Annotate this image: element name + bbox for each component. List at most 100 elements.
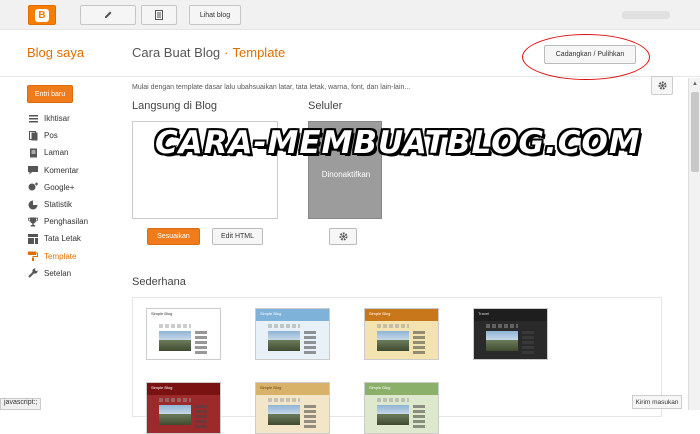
- template-nav: [377, 324, 409, 328]
- settings-dropdown-button[interactable]: [651, 76, 673, 95]
- sidebar: Entri baru Ikhtisar Pos Laman Komentar G…: [0, 78, 115, 410]
- breadcrumb: Cara Buat Blog · Template: [132, 45, 285, 60]
- page-header: Blog saya Cara Buat Blog · Template Cadang…: [0, 31, 700, 95]
- simple-templates-heading: Sederhana: [132, 276, 186, 288]
- template-nav: [377, 398, 409, 402]
- template-thumbnail[interactable]: Travel: [473, 308, 548, 360]
- posts-icon: [28, 130, 38, 141]
- edit-html-button[interactable]: Edit HTML: [212, 228, 263, 245]
- template-photo: [159, 331, 191, 351]
- my-blogs-link[interactable]: Blog saya: [27, 45, 84, 60]
- template-title: Simple Blog: [365, 309, 438, 321]
- template-photo: [486, 331, 518, 351]
- new-post-toolbar-button[interactable]: [80, 5, 136, 25]
- intro-text: Mulai dengan template dasar lalu ubahsua…: [132, 84, 411, 91]
- blog-title[interactable]: Cara Buat Blog: [132, 45, 220, 60]
- template-title: Simple Blog: [256, 309, 329, 321]
- template-nav: [159, 324, 191, 328]
- google-plus-icon: [28, 182, 38, 192]
- sidebar-item-label: Setelan: [44, 268, 72, 278]
- template-title: Travel: [474, 309, 547, 321]
- sidebar-item-posts[interactable]: Pos: [28, 127, 88, 144]
- scrollbar-thumb[interactable]: [691, 92, 699, 172]
- sidebar-item-label: Ikhtisar: [44, 114, 70, 124]
- template-photo: [159, 405, 191, 425]
- stats-icon: [28, 200, 38, 210]
- sidebar-item-label: Google+: [44, 182, 75, 192]
- new-post-button[interactable]: Entri baru: [27, 85, 73, 103]
- pencil-icon: [105, 11, 112, 18]
- sidebar-item-label: Penghasilan: [44, 217, 89, 227]
- sidebar-item-label: Laman: [44, 148, 69, 158]
- template-nav: [159, 398, 191, 402]
- template-title: Simple Blog: [365, 383, 438, 395]
- vertical-scrollbar[interactable]: ▲: [688, 78, 700, 410]
- status-bar: javascript:;: [0, 398, 42, 410]
- document-icon: [155, 9, 163, 20]
- trophy-icon: [28, 217, 38, 227]
- sidebar-item-google-plus[interactable]: Google+: [28, 179, 88, 196]
- mobile-status-label: Dinonaktifkan: [321, 170, 371, 179]
- sidebar-item-settings[interactable]: Setelan: [28, 265, 88, 282]
- template-thumbnail[interactable]: Simple Blog: [255, 308, 330, 360]
- blogger-logo-button[interactable]: B: [28, 5, 56, 25]
- sidebar-item-label: Template: [44, 251, 77, 261]
- paint-roller-icon: [28, 251, 38, 262]
- sidebar-item-label: Pos: [44, 131, 58, 141]
- template-photo: [268, 405, 300, 425]
- backup-restore-button[interactable]: Cadangkan / Pulihkan: [544, 45, 636, 64]
- sidebar-nav: Ikhtisar Pos Laman Komentar Google+ Stat…: [28, 110, 88, 282]
- sidebar-item-layout[interactable]: Tata Letak: [28, 230, 88, 247]
- sidebar-item-pages[interactable]: Laman: [28, 144, 88, 161]
- template-title: Simple Blog: [147, 383, 220, 395]
- breadcrumb-separator: ·: [224, 45, 229, 60]
- template-thumbnail[interactable]: Simple Blog: [364, 382, 439, 434]
- template-photo: [377, 331, 409, 351]
- template-sidebar: [304, 331, 316, 355]
- template-title: Simple Blog: [256, 383, 329, 395]
- sidebar-item-label: Statistik: [44, 200, 73, 210]
- template-photo: [377, 405, 409, 425]
- template-gallery: Simple Blog Simple Blog Simple Blog Trav…: [132, 297, 662, 434]
- sidebar-item-template[interactable]: Template: [28, 248, 88, 265]
- watermark-banner: CARA-MEMBUATBLOG.COM: [155, 125, 641, 161]
- customize-button[interactable]: Sesuaikan: [147, 228, 200, 245]
- pages-toolbar-button[interactable]: [141, 5, 177, 25]
- template-sidebar: [413, 405, 425, 429]
- template-title: Simple Blog: [147, 309, 220, 321]
- mobile-settings-button[interactable]: [329, 228, 357, 245]
- sidebar-item-comments[interactable]: Komentar: [28, 162, 88, 179]
- live-on-blog-heading: Langsung di Blog: [132, 100, 218, 112]
- top-toolbar: B Lihat blog: [0, 0, 700, 30]
- wrench-icon: [28, 268, 38, 278]
- sidebar-item-label: Tata Letak: [44, 234, 81, 244]
- gear-icon: [657, 81, 667, 90]
- send-feedback-button[interactable]: Kirim masukan: [632, 395, 682, 409]
- account-name[interactable]: [622, 11, 670, 19]
- template-thumbnail[interactable]: Simple Blog: [255, 382, 330, 434]
- template-sidebar: [195, 331, 207, 355]
- page-title: Template: [232, 45, 286, 60]
- pages-icon: [28, 148, 38, 158]
- sidebar-item-overview[interactable]: Ikhtisar: [28, 110, 88, 127]
- gear-icon: [338, 232, 348, 241]
- comment-icon: [28, 165, 38, 175]
- template-sidebar: [413, 331, 425, 355]
- scroll-up-arrow-icon[interactable]: ▲: [691, 80, 699, 88]
- template-nav: [268, 398, 300, 402]
- sidebar-item-earnings[interactable]: Penghasilan: [28, 213, 88, 230]
- template-nav: [486, 324, 518, 328]
- template-photo: [268, 331, 300, 351]
- template-thumbnail[interactable]: Simple Blog: [364, 308, 439, 360]
- sidebar-item-label: Komentar: [44, 165, 79, 175]
- template-nav: [268, 324, 300, 328]
- template-thumbnail[interactable]: Simple Blog: [146, 308, 221, 360]
- mobile-heading: Seluler: [308, 100, 343, 112]
- blogger-icon: B: [35, 8, 49, 22]
- template-sidebar: [522, 331, 534, 355]
- template-sidebar: [304, 405, 316, 429]
- sidebar-item-stats[interactable]: Statistik: [28, 196, 88, 213]
- layout-icon: [28, 233, 38, 244]
- view-blog-button[interactable]: Lihat blog: [189, 5, 241, 25]
- template-thumbnail[interactable]: Simple Blog: [146, 382, 221, 434]
